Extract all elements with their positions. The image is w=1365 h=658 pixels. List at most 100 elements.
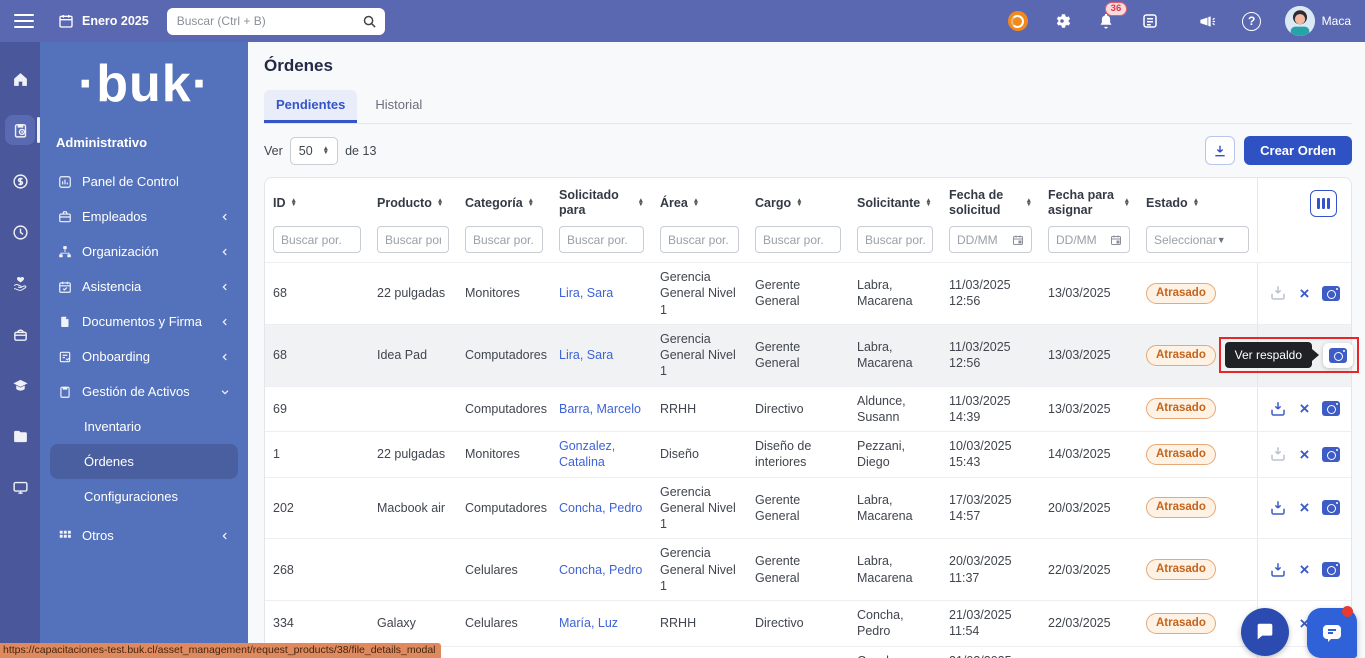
page-size-select[interactable]: 50 ▲ ▼ [289, 136, 339, 165]
assign-order-button[interactable] [1269, 499, 1287, 517]
support-chat-button[interactable] [1307, 606, 1357, 658]
sidebar-item-asistencia[interactable]: Asistencia [50, 269, 238, 304]
filter-estado-select[interactable]: Seleccionar ▼ [1146, 226, 1249, 253]
assign-order-button[interactable] [1269, 284, 1287, 302]
view-backup-button[interactable] [1322, 500, 1341, 516]
files-folder-icon[interactable] [5, 421, 35, 451]
menu-icon[interactable] [14, 14, 34, 28]
filter-cargo-input[interactable] [755, 226, 841, 253]
search-input[interactable] [166, 7, 385, 35]
chat-widget-button[interactable] [1241, 608, 1289, 656]
cancel-order-button[interactable]: × [1300, 400, 1310, 417]
training-icon[interactable] [5, 370, 35, 400]
announcements-megaphone-icon[interactable] [1197, 10, 1219, 32]
cancel-order-button[interactable]: × [1300, 446, 1310, 463]
filter-solicitante-input[interactable] [857, 226, 933, 253]
news-document-icon[interactable] [1139, 10, 1161, 32]
sidebar-item-documentos-y-firma[interactable]: Documentos y Firma [50, 304, 238, 339]
main-content: Órdenes Pendientes Historial Ver 50 ▲ ▼ d… [248, 42, 1365, 658]
column-header-id[interactable]: ID ▲ ▼ [265, 186, 369, 215]
filter-fecha-asignar-date[interactable]: DD/MM [1048, 226, 1130, 253]
view-backup-button[interactable] [1322, 285, 1341, 301]
sidebar-subitem-inventario[interactable]: Inventario [50, 409, 238, 444]
sidebar-subitem-configuraciones[interactable]: Configuraciones [50, 479, 238, 514]
culture-icon[interactable] [5, 319, 35, 349]
column-header-cargo[interactable]: Cargo ▲ ▼ [747, 186, 849, 215]
payroll-icon[interactable] [5, 166, 35, 196]
sidebar-subitem-ordenes[interactable]: Órdenes [50, 444, 238, 479]
cancel-order-button[interactable]: × [1300, 285, 1310, 302]
column-header-area[interactable]: Área ▲ ▼ [652, 186, 747, 215]
period-label: Enero 2025 [82, 14, 149, 28]
cell-fecha-solicitud: 17/03/2025 14:57 [949, 492, 1012, 523]
cell-solicitado-para-link[interactable]: María, Luz [559, 616, 618, 630]
column-header-solicitado-para[interactable]: Solicitado para ▲ ▼ [551, 178, 652, 222]
cell-solicitado-para-link[interactable]: Gonzalez, Catalina [559, 439, 615, 469]
cell-fecha-solicitud: 21/03/202511:54 [949, 608, 1012, 639]
view-backup-button[interactable] [1322, 401, 1341, 417]
column-header-estado[interactable]: Estado ▲ ▼ [1138, 186, 1257, 215]
cell-area: Gerencia General Nivel 1 [660, 546, 736, 593]
cell-solicitado-para-link[interactable]: Barra, Marcelo [559, 402, 641, 416]
filter-producto-input[interactable] [377, 226, 449, 253]
sort-icon: ▲ ▼ [637, 197, 644, 208]
workstation-icon[interactable] [5, 472, 35, 502]
cell-solicitado-para-link[interactable]: Lira, Sara [559, 286, 613, 300]
sidebar-item-gestion-de-activos[interactable]: Gestión de Activos [50, 374, 238, 409]
view-backup-button[interactable] [1323, 342, 1353, 368]
cell-solicitado-para-link[interactable]: Concha, Pedro [559, 563, 642, 577]
sidebar-item-panel-de-control[interactable]: Panel de Control [50, 164, 238, 199]
global-search[interactable] [166, 7, 385, 35]
module-rail [0, 42, 40, 658]
cell-solicitado-para-link[interactable]: Lira, Sara [559, 348, 613, 362]
status-badge: Atrasado [1146, 497, 1216, 519]
cell-solicitante: Labra, Macarena [857, 492, 913, 523]
help-icon[interactable]: ? [1241, 10, 1263, 32]
settings-gear-icon[interactable] [1051, 10, 1073, 32]
table-header-row: ID ▲ ▼ Producto ▲ ▼ Categoría ▲ ▼ Solicitado p… [265, 178, 1351, 222]
chevron-left-icon [220, 531, 230, 541]
column-header-categoria[interactable]: Categoría ▲ ▼ [457, 186, 551, 215]
cell-solicitante: Concha, Pedro [849, 647, 941, 658]
sort-icon: ▲ ▼ [1123, 197, 1130, 208]
home-icon[interactable] [5, 64, 35, 94]
cancel-order-button[interactable]: × [1300, 499, 1310, 516]
benefits-icon[interactable] [5, 268, 35, 298]
calendar-icon [58, 13, 74, 29]
column-header-fecha-solicitud[interactable]: Fecha de solicitud ▲ ▼ [941, 178, 1040, 222]
cell-solicitado-para-link[interactable]: Concha, Pedro [559, 501, 642, 515]
rewards-icon[interactable] [1007, 10, 1029, 32]
filter-fecha-solicitud-date[interactable]: DD/MM [949, 226, 1032, 253]
notifications-bell-icon[interactable]: 36 [1095, 2, 1128, 32]
tab-pendientes[interactable]: Pendientes [264, 90, 358, 123]
view-backup-button[interactable] [1322, 562, 1341, 578]
column-header-producto[interactable]: Producto ▲ ▼ [369, 186, 457, 215]
table-controls: Ver 50 ▲ ▼ de 13 Crear Orden [264, 136, 1352, 165]
download-button[interactable] [1205, 136, 1236, 165]
create-order-button[interactable]: Crear Orden [1244, 136, 1352, 165]
assign-order-button[interactable] [1269, 445, 1287, 463]
tab-historial[interactable]: Historial [363, 90, 434, 123]
view-backup-button[interactable] [1322, 446, 1341, 462]
sidebar-item-onboarding[interactable]: Onboarding [50, 339, 238, 374]
assign-order-button[interactable] [1269, 400, 1287, 418]
cell-cargo: Directivo [755, 616, 804, 631]
column-settings-button[interactable] [1310, 189, 1337, 217]
assign-order-button[interactable] [1269, 561, 1287, 579]
filter-id-input[interactable] [273, 226, 361, 253]
sidebar-item-empleados[interactable]: Empleados [50, 199, 238, 234]
time-icon[interactable] [5, 217, 35, 247]
period-selector[interactable]: Enero 2025 [58, 13, 149, 29]
sidebar-item-otros[interactable]: Otros [50, 518, 238, 553]
cancel-order-button[interactable]: × [1300, 561, 1310, 578]
column-header-solicitante[interactable]: Solicitante ▲ ▼ [849, 186, 941, 215]
asset-management-icon[interactable] [5, 115, 40, 145]
calendar-icon [1013, 235, 1023, 245]
filter-solicitado-input[interactable] [559, 226, 644, 253]
user-menu[interactable]: Maca [1284, 6, 1351, 36]
filter-area-input[interactable] [660, 226, 739, 253]
column-header-actions [1257, 178, 1351, 222]
filter-categoria-input[interactable] [465, 226, 543, 253]
column-header-fecha-asignar[interactable]: Fecha para asignar ▲ ▼ [1040, 178, 1138, 222]
sidebar-item-organizacion[interactable]: Organización [50, 234, 238, 269]
